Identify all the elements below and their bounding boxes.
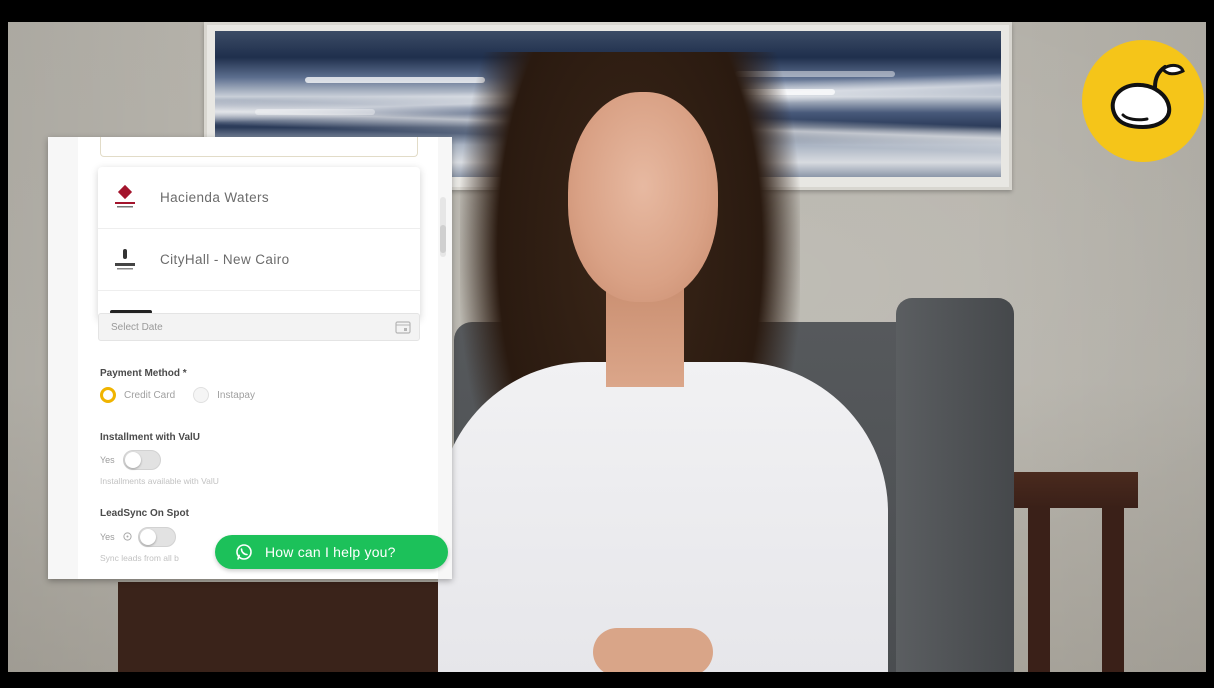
toggle-knob xyxy=(139,529,156,545)
toggle-knob xyxy=(124,452,141,468)
installment-label: Installment with ValU xyxy=(100,432,201,443)
hacienda-waters-logo xyxy=(110,183,140,213)
painting-streak xyxy=(305,77,485,83)
whatsapp-icon xyxy=(235,543,253,561)
dropdown-option-cityhall[interactable]: CityHall - New Cairo xyxy=(98,229,420,291)
channel-logo-badge xyxy=(1082,40,1204,162)
radio-credit-card[interactable] xyxy=(100,387,116,403)
dropdown-option-label: CityHall - New Cairo xyxy=(160,252,290,267)
date-placeholder: Select Date xyxy=(111,321,163,333)
payment-method-options: Credit Card Instapay xyxy=(100,387,273,403)
installment-toggle-row: Yes xyxy=(100,450,161,470)
painting-streak xyxy=(255,109,375,115)
dropdown-option-hacienda-waters[interactable]: Hacienda Waters xyxy=(98,167,420,229)
leadsync-label: LeadSync On Spot xyxy=(100,508,189,519)
chair-wing xyxy=(896,298,1014,672)
table-leg xyxy=(1028,508,1050,672)
radio-instapay[interactable] xyxy=(193,387,210,403)
table-leg xyxy=(1102,508,1124,672)
leadsync-helper: Sync leads from all b xyxy=(100,553,179,563)
project-select[interactable] xyxy=(100,137,418,157)
installment-toggle[interactable] xyxy=(122,450,161,470)
calendar-icon[interactable] xyxy=(395,320,411,334)
letterbox-bottom xyxy=(0,672,1214,688)
dropdown-scroll-thumb[interactable] xyxy=(440,225,446,253)
video-frame: Hacienda Waters CityHall - New Cairo Sel… xyxy=(0,0,1214,688)
installment-helper: Installments available with ValU xyxy=(100,476,219,486)
info-icon xyxy=(123,531,132,543)
dropdown-option-label: Hacienda Waters xyxy=(160,190,270,205)
leadsync-toggle-row: Yes xyxy=(100,527,176,547)
project-dropdown-list: Hacienda Waters CityHall - New Cairo xyxy=(98,167,420,319)
form-panel: Hacienda Waters CityHall - New Cairo Sel… xyxy=(48,137,452,579)
whatsapp-chat-button[interactable]: How can I help you? xyxy=(215,535,448,569)
toggle-yes-label: Yes xyxy=(100,455,115,465)
leadsync-toggle[interactable] xyxy=(137,527,176,547)
bench xyxy=(118,582,458,672)
radio-label-credit-card: Credit Card xyxy=(124,389,176,401)
presenter-face xyxy=(568,92,718,302)
date-field[interactable]: Select Date xyxy=(98,313,420,341)
mango-icon xyxy=(1110,63,1185,130)
presenter-torso xyxy=(438,362,888,672)
chat-button-label: How can I help you? xyxy=(265,544,396,560)
presenter-hands xyxy=(593,628,713,672)
toggle-yes-label: Yes xyxy=(100,532,115,542)
cityhall-logo xyxy=(110,245,140,275)
payment-method-label: Payment Method * xyxy=(100,368,187,379)
radio-label-instapay: Instapay xyxy=(217,389,255,401)
